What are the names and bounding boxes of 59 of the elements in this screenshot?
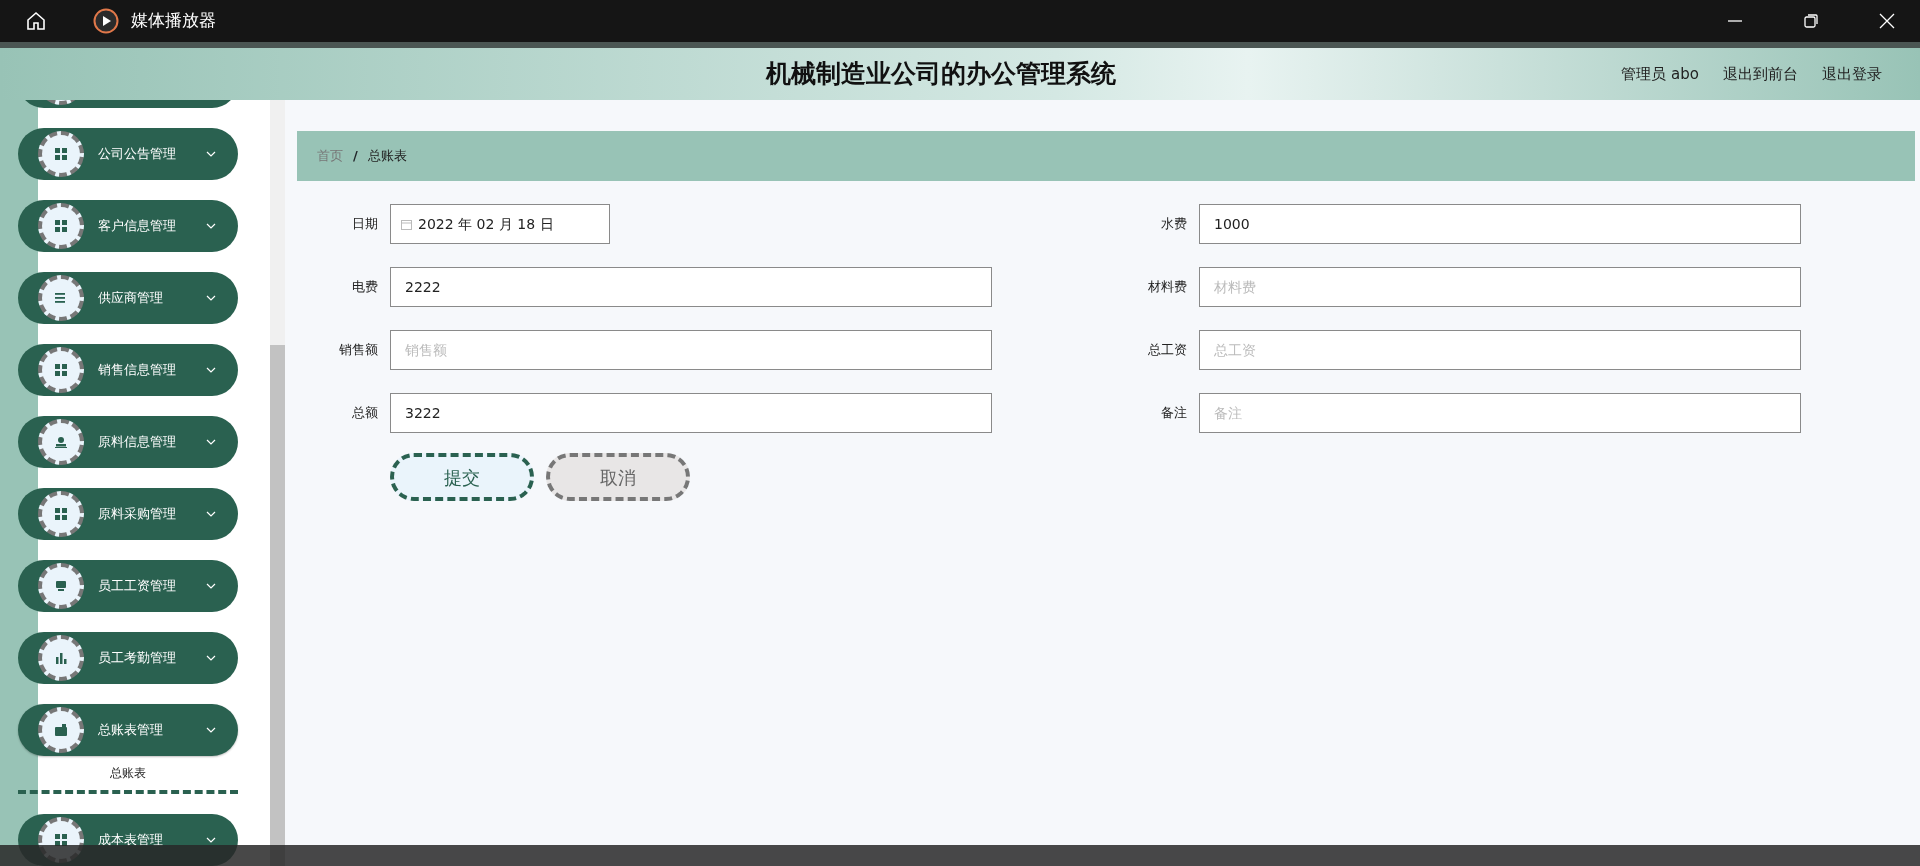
window-title: 媒体播放器 <box>131 9 216 33</box>
list-icon <box>55 292 67 304</box>
field-label: 电费 <box>351 278 379 297</box>
breadcrumb-separator: / <box>353 147 358 166</box>
chevron-icon <box>206 439 216 445</box>
header-link[interactable]: 管理员 abo <box>1621 62 1699 86</box>
system-title: 机械制造业公司的办公管理系统 <box>766 58 1116 91</box>
field-label: 总工资 <box>1147 341 1188 360</box>
cancel-button[interactable]: 取消 <box>546 453 690 501</box>
chevron-icon <box>206 655 216 661</box>
grid-icon <box>55 508 67 520</box>
close-icon[interactable] <box>1879 13 1895 29</box>
home-icon[interactable] <box>25 10 47 32</box>
sidebar-menu-item[interactable]: 总账表管理 <box>18 704 238 756</box>
restore-icon[interactable] <box>1803 13 1819 29</box>
input-field[interactable]: 1000 <box>1199 204 1801 244</box>
field-label: 总额 <box>351 404 379 423</box>
field-label: 水费 <box>1160 215 1188 234</box>
grid-icon <box>55 364 67 376</box>
grid-icon <box>55 834 67 846</box>
chevron-icon <box>206 727 216 733</box>
submenu-item[interactable]: 总账表 <box>18 764 238 782</box>
date-field[interactable]: 2022 年 02 月 18 日 <box>390 204 610 244</box>
monitor-icon <box>55 580 67 592</box>
input-field[interactable]: 总工资 <box>1199 330 1801 370</box>
sidebar-menu-item[interactable]: 员工考勤管理 <box>18 632 238 684</box>
grid-icon <box>55 148 67 160</box>
field-label: 材料费 <box>1147 278 1188 297</box>
sidebar-menu-item[interactable]: 员工工资管理 <box>18 560 238 612</box>
chevron-icon <box>206 367 216 373</box>
submit-button[interactable]: 提交 <box>390 453 534 501</box>
input-field[interactable]: 销售额 <box>390 330 992 370</box>
person-icon <box>55 436 67 448</box>
grid-icon <box>55 220 67 232</box>
field-label: 日期 <box>351 215 379 234</box>
header-link[interactable]: 退出到前台 <box>1723 62 1798 86</box>
sidebar-menu-item[interactable]: 原料采购管理 <box>18 488 238 540</box>
chevron-icon <box>206 511 216 517</box>
chevron-icon <box>206 151 216 157</box>
input-field[interactable]: 材料费 <box>1199 267 1801 307</box>
chevron-icon <box>206 295 216 301</box>
wallet-icon <box>55 724 67 736</box>
chevron-icon <box>206 583 216 589</box>
play-icon <box>93 8 119 34</box>
chevron-icon <box>206 223 216 229</box>
bar-chart-icon <box>55 652 67 664</box>
sidebar-menu-item[interactable]: 原料信息管理 <box>18 416 238 468</box>
sidebar-menu-item[interactable]: 公司公告管理 <box>18 128 238 180</box>
input-field[interactable]: 2222 <box>390 267 992 307</box>
sidebar-menu-item[interactable]: 客户信息管理 <box>18 200 238 252</box>
field-label: 销售额 <box>338 341 379 360</box>
input-field[interactable]: 备注 <box>1199 393 1801 433</box>
field-label: 备注 <box>1160 404 1188 423</box>
input-field[interactable]: 3222 <box>390 393 992 433</box>
calendar-icon <box>401 218 412 230</box>
sidebar-menu-item[interactable]: 供应商管理 <box>18 272 238 324</box>
sidebar-menu-item[interactable]: 销售信息管理 <box>18 344 238 396</box>
chevron-icon <box>206 837 216 843</box>
header-link[interactable]: 退出登录 <box>1822 62 1882 86</box>
